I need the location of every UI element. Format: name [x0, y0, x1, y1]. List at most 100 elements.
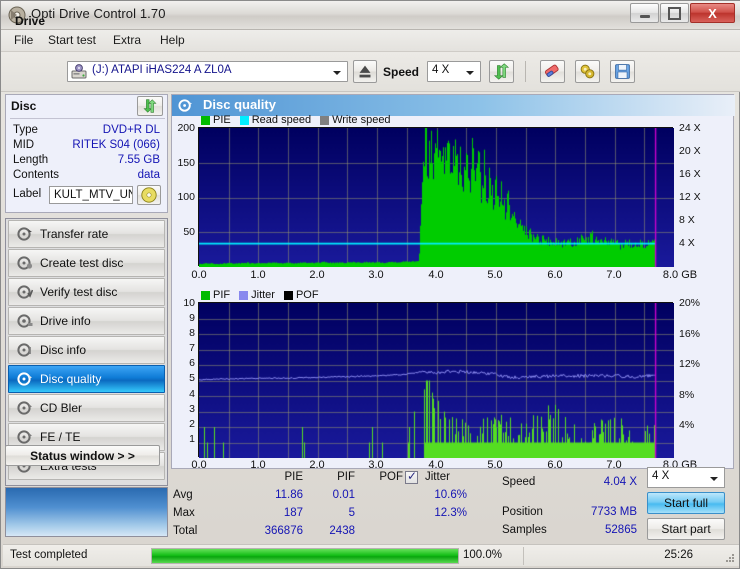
- status-separator: [523, 547, 524, 565]
- menu-help[interactable]: Help: [153, 32, 192, 50]
- chevron-down-icon: [706, 469, 722, 488]
- sidebar-item-label: Transfer rate: [40, 227, 109, 241]
- disc-refresh-button[interactable]: [137, 96, 163, 116]
- disc-length-label: Length: [13, 154, 49, 166]
- minimize-button[interactable]: [630, 3, 659, 23]
- disc-info-icon: [17, 343, 31, 357]
- chart1-legend: PIE Read speed Write speed: [201, 114, 400, 126]
- stats-speed-label: Speed: [502, 476, 536, 488]
- legend-label-pif: PIF: [213, 289, 231, 301]
- status-window-button[interactable]: Status window > >: [5, 445, 160, 466]
- disc-contents-value: data: [137, 169, 160, 181]
- stats-pif-avg: 0.01: [332, 489, 355, 501]
- chart2-ytick-7: 7: [189, 342, 195, 354]
- panel-title: Disc quality: [203, 97, 276, 112]
- sidebar-item-label: Disc info: [40, 343, 87, 357]
- close-button[interactable]: X: [690, 3, 735, 23]
- sidebar-item-verify-test-disc[interactable]: Verify test disc: [8, 278, 165, 306]
- menu-start-test[interactable]: Start test: [41, 32, 103, 50]
- refresh-button[interactable]: [489, 60, 514, 83]
- sidebar-item-drive-info[interactable]: Drive info: [8, 307, 165, 335]
- chart1-xtick-2: 2.0: [309, 269, 325, 281]
- chart2-xtick-3: 3.0: [368, 459, 384, 471]
- legend-swatch-jitter: [239, 290, 249, 300]
- sidebar-item-disc-quality[interactable]: Disc quality: [8, 365, 165, 393]
- sidebar-item-label: FE / TE: [40, 430, 81, 444]
- disc-mid-label: MID: [13, 139, 35, 151]
- test-speed-value: 4 X: [652, 470, 670, 482]
- start-full-button[interactable]: Start full: [647, 492, 725, 514]
- chart2-ytick-8: 8: [189, 327, 195, 339]
- pie-read-speed-chart[interactable]: [198, 127, 674, 267]
- chart1-y2tick-16x: 16 X: [679, 168, 701, 180]
- drive-value: (J:) ATAPI iHAS224 A ZL0A: [92, 64, 232, 76]
- sidebar-item-transfer-rate[interactable]: Transfer rate: [8, 220, 165, 248]
- drive-label: Drive: [15, 14, 46, 28]
- chart2-xtick-0: 0.0: [191, 459, 207, 471]
- sidebar-item-label: Create test disc: [40, 256, 124, 270]
- sidebar-item-cd-bler[interactable]: CD Bler: [8, 394, 165, 422]
- chart2-ytick-3: 3: [189, 403, 195, 415]
- window-title: Opti Drive Control 1.70: [31, 6, 166, 21]
- erase-button[interactable]: [540, 60, 565, 83]
- config-button[interactable]: [575, 60, 600, 83]
- chart1-xtick-5: 5.0: [487, 269, 503, 281]
- menu-extra[interactable]: Extra: [106, 32, 148, 50]
- disc-verify-icon: [17, 285, 33, 299]
- status-bar: Test completed 100.0% 25:26: [3, 544, 739, 566]
- disc-box-header: Disc: [11, 99, 37, 113]
- chart2-xtick-5: 5.0: [487, 459, 503, 471]
- drive-info-icon: [17, 314, 33, 328]
- chart2-legend: PIF Jitter POF: [201, 289, 328, 301]
- progress-percent: 100.0%: [463, 549, 503, 561]
- save-button[interactable]: [610, 60, 635, 83]
- chart2-xtick-4: 4.0: [428, 459, 444, 471]
- left-panel: Disc Type DVD+R DL MID RITEK S04 (066) L…: [5, 94, 168, 564]
- panel-header: Disc quality: [172, 95, 735, 116]
- chart1-xtick-8: 8.0 GB: [662, 269, 698, 281]
- disc-info-box: Disc Type DVD+R DL MID RITEK S04 (066) L…: [5, 94, 168, 213]
- chart2-y2tick-8pct: 8%: [679, 389, 695, 401]
- chart1-xtick-6: 6.0: [547, 269, 563, 281]
- chart1-ytick-50: 50: [183, 226, 195, 238]
- chart2-xtick-7: 7.0: [606, 459, 622, 471]
- menu-file[interactable]: File: [7, 32, 40, 50]
- chart1-xtick-0: 0.0: [191, 269, 207, 281]
- legend-swatch-read-speed: [239, 115, 249, 125]
- refresh-icon: [493, 63, 510, 80]
- disc-bler-icon: [17, 401, 32, 415]
- eject-button[interactable]: [353, 60, 377, 83]
- stats-samples-label: Samples: [502, 524, 547, 536]
- stats-speed-value: 4.04 X: [603, 476, 637, 488]
- chart1-ytick-100: 100: [177, 191, 195, 203]
- chart1-xtick-3: 3.0: [368, 269, 384, 281]
- legend-label-pof: POF: [295, 289, 319, 301]
- chart2-xtick-6: 6.0: [547, 459, 563, 471]
- maximize-button[interactable]: [660, 3, 689, 23]
- stats-header-pof: POF: [379, 471, 403, 483]
- eject-icon: [359, 65, 371, 78]
- chart2-ytick-10: 10: [183, 297, 195, 309]
- start-part-button[interactable]: Start part: [647, 518, 725, 540]
- stats-pie-total: 366876: [264, 525, 303, 537]
- chart2-ytick-4: 4: [189, 388, 195, 400]
- config-icon: [580, 64, 595, 79]
- sidebar-item-create-test-disc[interactable]: Create test disc: [8, 249, 165, 277]
- chart2-xtick-1: 1.0: [250, 459, 266, 471]
- close-icon: X: [708, 5, 717, 21]
- disc-label-label: Label: [13, 188, 42, 200]
- divider: [10, 118, 165, 119]
- chart2-y2tick-20pct: 20%: [679, 297, 701, 309]
- chart1-y2tick-8x: 8 X: [679, 214, 695, 226]
- sidebar-item-disc-info[interactable]: Disc info: [8, 336, 165, 364]
- chart1-xtick-1: 1.0: [250, 269, 266, 281]
- disc-label-input[interactable]: KULT_MTV_UN: [49, 186, 133, 204]
- stats-header-jitter: Jitter: [425, 471, 450, 483]
- resize-grip-icon[interactable]: [724, 552, 736, 564]
- jitter-checkbox[interactable]: [405, 469, 418, 484]
- pif-jitter-chart[interactable]: [198, 302, 674, 458]
- app-window: Opti Drive Control 1.70 X File Start tes…: [0, 0, 740, 569]
- chart2-xtick-2: 2.0: [309, 459, 325, 471]
- chart1-y2tick-24x: 24 X: [679, 122, 701, 134]
- drive-icon: [71, 64, 87, 79]
